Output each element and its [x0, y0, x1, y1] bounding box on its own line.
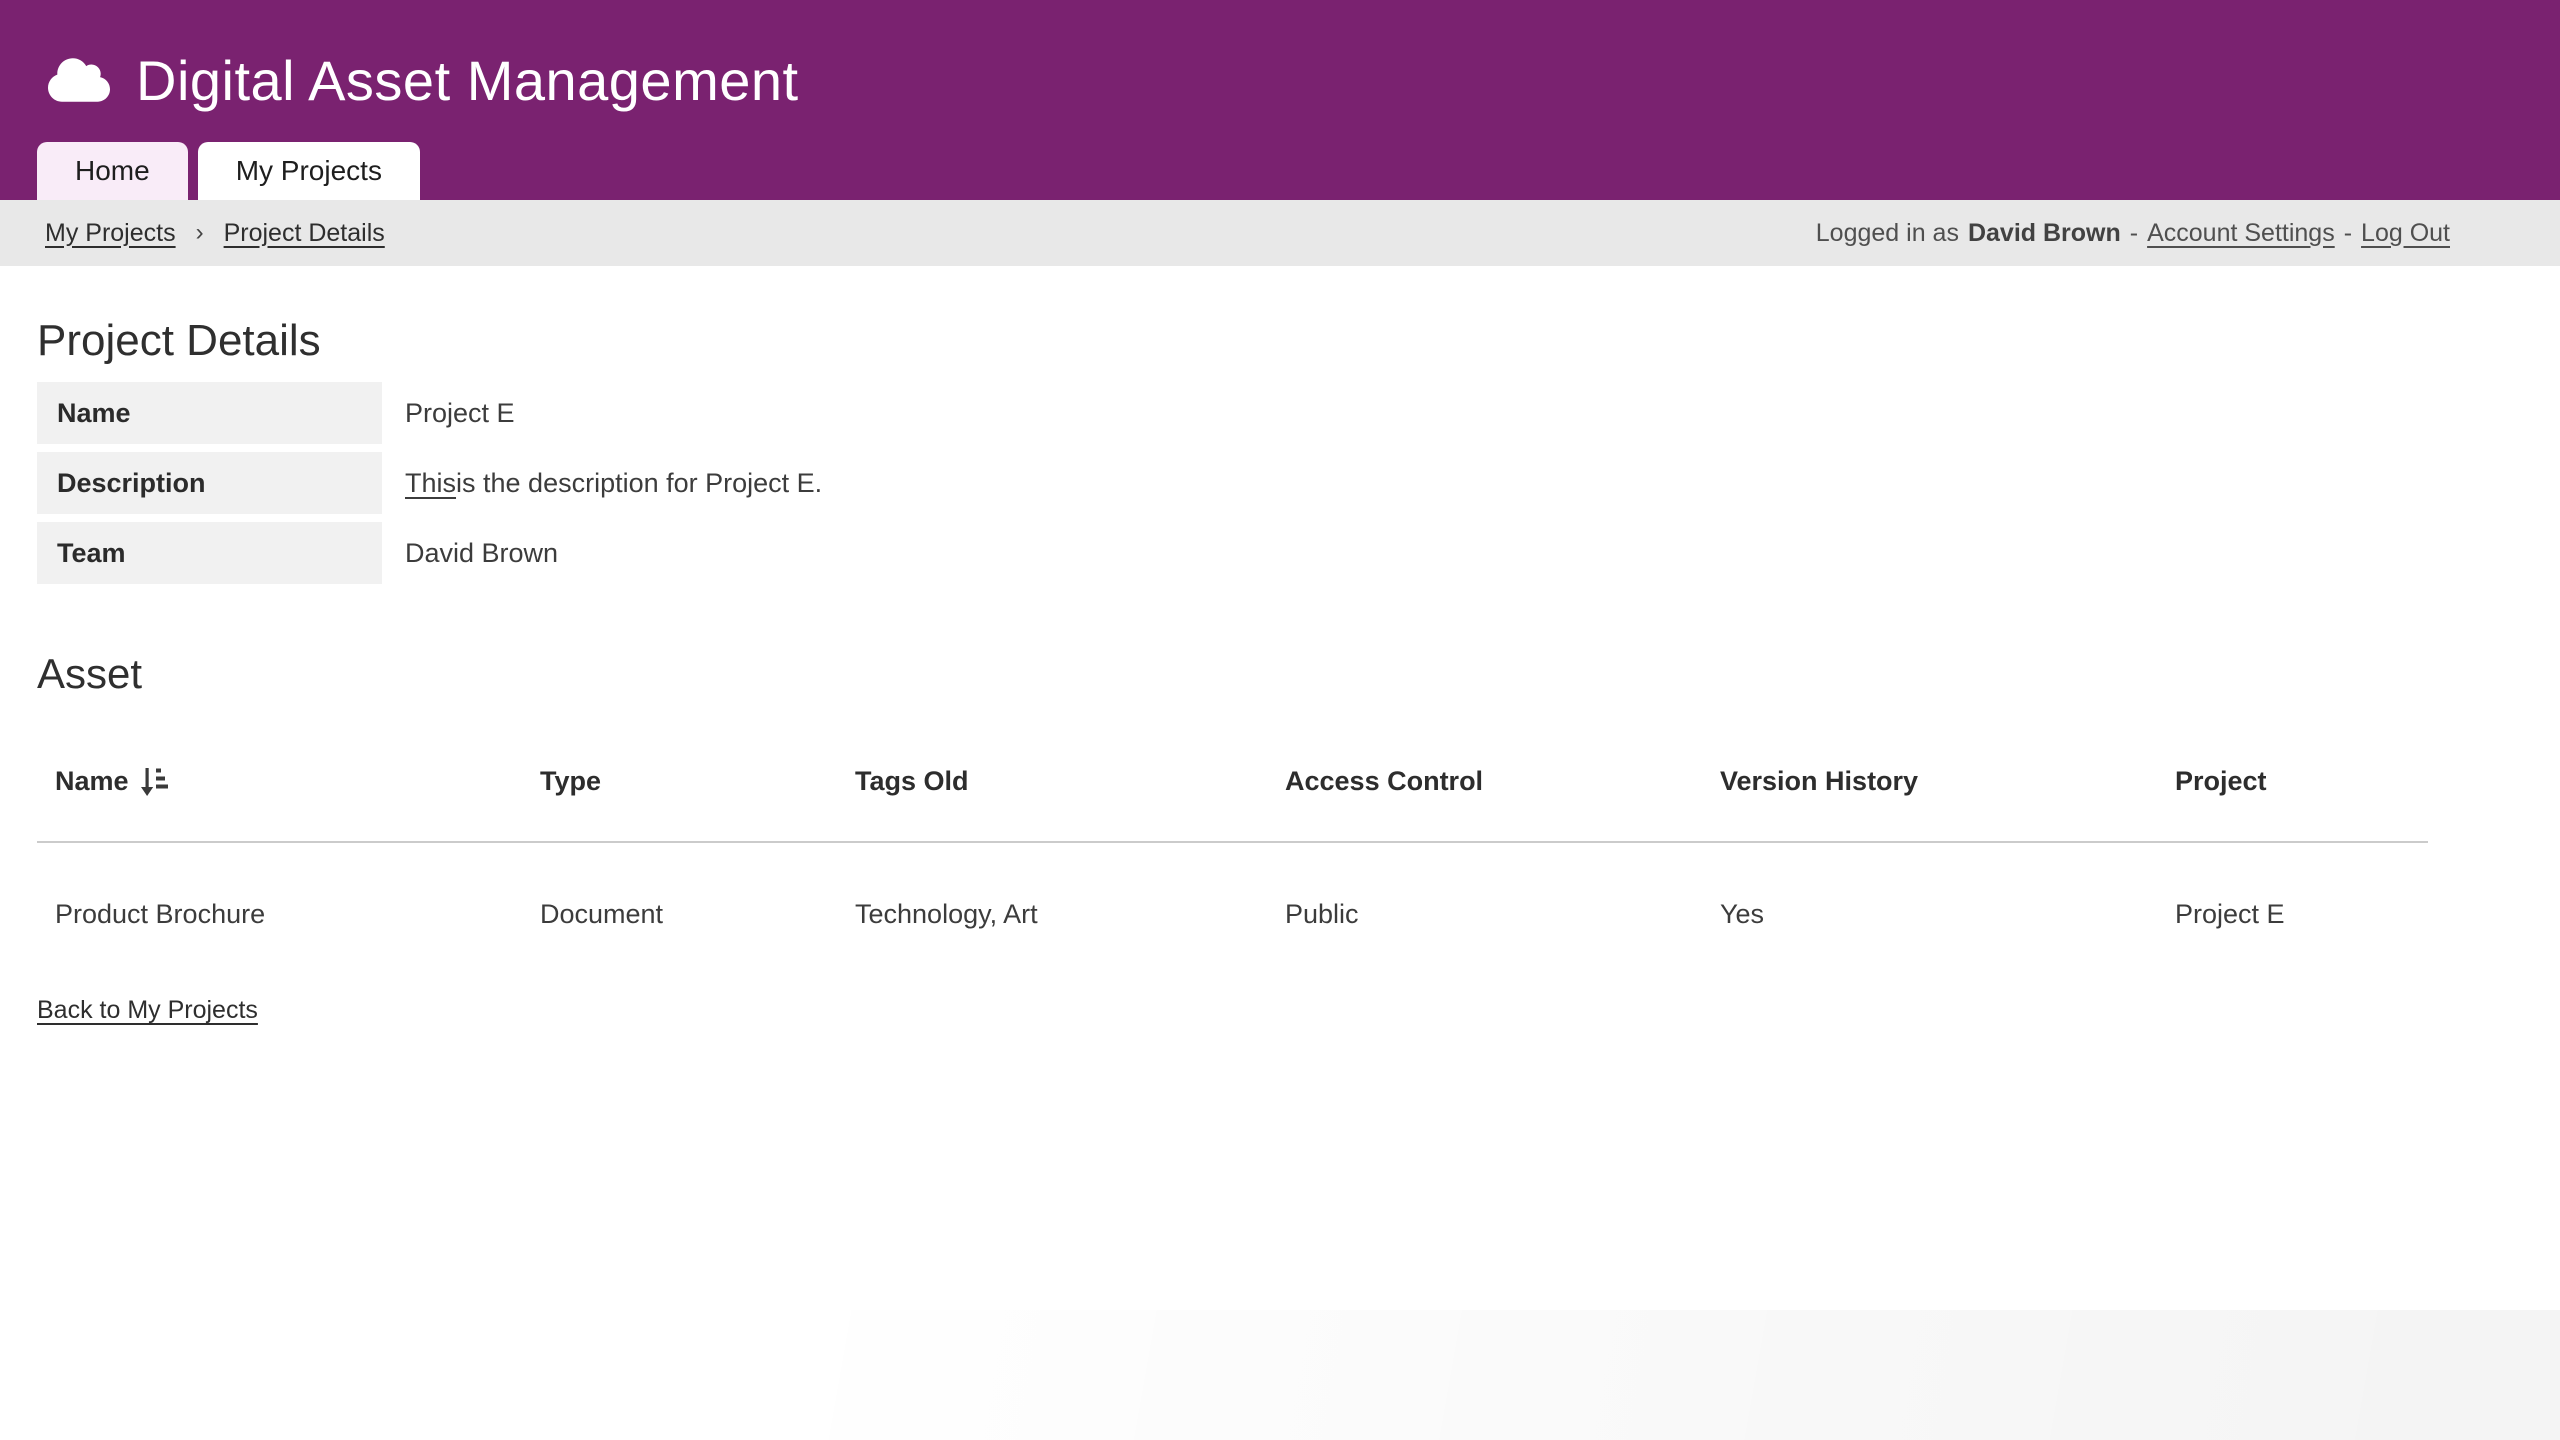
detail-label-name: Name [37, 382, 382, 444]
page-bottom-gradient [0, 1310, 2560, 1440]
asset-table: Name Type Tags Old Access Control [37, 736, 2428, 978]
app-title: Digital Asset Management [136, 48, 799, 113]
back-link-wrap: Back to My Projects [37, 996, 2560, 1025]
cell-asset-access: Public [1267, 843, 1702, 978]
column-header-tags-old: Tags Old [837, 736, 1267, 841]
project-details-table: Name Project E Description This is the d… [37, 382, 2560, 584]
cell-asset-version: Yes [1702, 843, 2157, 978]
tab-home-label: Home [75, 155, 150, 187]
tab-my-projects-label: My Projects [236, 155, 382, 187]
breadcrumb-bar: My Projects › Project Details Logged in … [0, 200, 2560, 266]
cloud-icon [48, 55, 110, 105]
column-header-version-history: Version History [1702, 736, 2157, 841]
detail-row-name: Name Project E [37, 382, 2560, 444]
column-header-project: Project [2157, 736, 2428, 841]
breadcrumb-project-details-link[interactable]: Project Details [224, 219, 385, 248]
detail-value-description: This is the description for Project E. [382, 452, 822, 514]
session-dash: - [2130, 219, 2138, 248]
tab-home[interactable]: Home [37, 142, 188, 200]
tab-my-projects[interactable]: My Projects [198, 142, 420, 200]
detail-row-description: Description This is the description for … [37, 452, 2560, 514]
session-user-name: David Brown [1968, 219, 2121, 248]
brand: Digital Asset Management [0, 0, 2560, 130]
breadcrumb-chevron-icon: › [196, 219, 204, 247]
asset-table-header-row: Name Type Tags Old Access Control [37, 736, 2428, 843]
description-rest-text: is the description for Project E. [456, 468, 822, 499]
column-header-tags-old-label: Tags Old [855, 766, 969, 797]
column-header-version-history-label: Version History [1720, 766, 1918, 797]
column-header-access-control: Access Control [1267, 736, 1702, 841]
column-header-type-label: Type [540, 766, 601, 797]
page-title: Project Details [37, 316, 2560, 366]
detail-label-description: Description [37, 452, 382, 514]
asset-section-heading: Asset [37, 650, 2560, 698]
table-row: Product Brochure Document Technology, Ar… [37, 843, 2428, 978]
log-out-link[interactable]: Log Out [2361, 219, 2450, 248]
detail-label-team: Team [37, 522, 382, 584]
session-dash-2: - [2344, 219, 2352, 248]
cell-asset-name: Product Brochure [37, 843, 522, 978]
main-content: Project Details Name Project E Descripti… [0, 316, 2560, 1025]
session-info: Logged in as David Brown - Account Setti… [1816, 219, 2450, 248]
detail-value-name: Project E [382, 382, 515, 444]
sort-amount-desc-icon[interactable] [141, 767, 168, 797]
column-header-project-label: Project [2175, 766, 2267, 797]
detail-row-team: Team David Brown [37, 522, 2560, 584]
account-settings-link[interactable]: Account Settings [2147, 219, 2335, 248]
tab-bar: Home My Projects [37, 142, 420, 200]
app-header: Digital Asset Management Home My Project… [0, 0, 2560, 200]
cell-asset-type: Document [522, 843, 837, 978]
description-this-link[interactable]: This [405, 468, 456, 499]
session-prefix: Logged in as [1816, 219, 1959, 248]
column-header-access-control-label: Access Control [1285, 766, 1483, 797]
cell-asset-project: Project E [2157, 843, 2428, 978]
breadcrumb: My Projects › Project Details [45, 219, 385, 248]
column-header-name-label: Name [55, 766, 129, 797]
cell-asset-tags: Technology, Art [837, 843, 1267, 978]
column-header-type: Type [522, 736, 837, 841]
detail-value-team: David Brown [382, 522, 558, 584]
breadcrumb-my-projects-link[interactable]: My Projects [45, 219, 176, 248]
back-to-my-projects-link[interactable]: Back to My Projects [37, 996, 258, 1024]
column-header-name[interactable]: Name [37, 736, 522, 841]
